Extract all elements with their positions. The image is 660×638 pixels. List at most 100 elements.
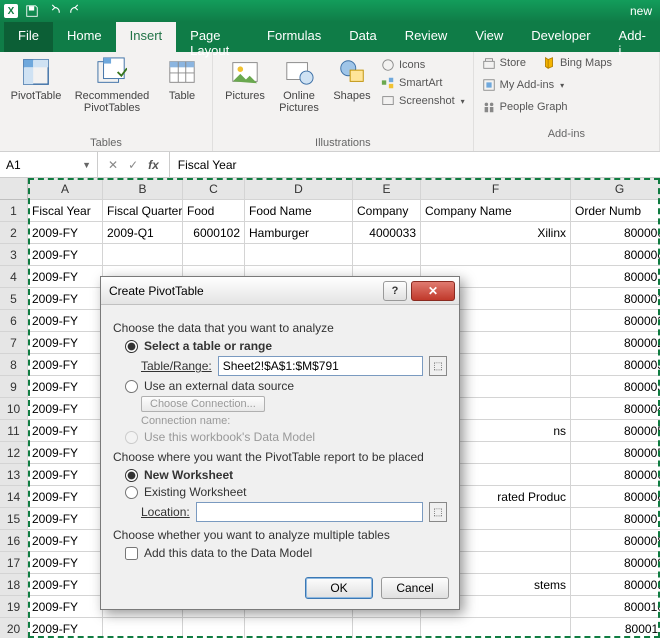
cell[interactable]: 2009-FY [28, 266, 103, 288]
enter-formula-icon[interactable]: ✓ [128, 158, 138, 172]
cell[interactable]: 2009-FY [28, 244, 103, 266]
shapes-button[interactable]: Shapes [329, 56, 375, 102]
help-button[interactable]: ? [383, 281, 407, 301]
range-picker-icon[interactable]: ⬚ [429, 356, 447, 376]
radio-existing-worksheet[interactable] [125, 486, 138, 499]
cell[interactable]: 2009-FY [28, 596, 103, 618]
cancel-formula-icon[interactable]: ✕ [108, 158, 118, 172]
row-header[interactable]: 8 [0, 354, 28, 376]
location-picker-icon[interactable]: ⬚ [429, 502, 447, 522]
cell[interactable]: 800006 [571, 464, 660, 486]
cell[interactable]: 800003 [571, 354, 660, 376]
row-header[interactable]: 20 [0, 618, 28, 638]
cell[interactable] [353, 244, 421, 266]
close-button[interactable]: ✕ [411, 281, 455, 301]
radio-select-range[interactable] [125, 340, 138, 353]
row-header[interactable]: 10 [0, 398, 28, 420]
row-header[interactable]: 18 [0, 574, 28, 596]
cell[interactable]: 2009-FY [28, 618, 103, 638]
cell[interactable]: Hamburger [245, 222, 353, 244]
row-header[interactable]: 2 [0, 222, 28, 244]
cell[interactable] [103, 244, 183, 266]
people-graph-button[interactable]: People Graph [482, 100, 568, 114]
cell[interactable]: Food Name [245, 200, 353, 222]
cell[interactable]: 800004 [571, 398, 660, 420]
recommended-pivottables-button[interactable]: Recommended PivotTables [70, 56, 154, 114]
cell[interactable]: 800007 [571, 508, 660, 530]
pictures-button[interactable]: Pictures [221, 56, 269, 102]
tab-file[interactable]: File [4, 22, 53, 52]
option-add-data-model[interactable]: Add this data to the Data Model [125, 546, 447, 560]
cell[interactable] [183, 244, 245, 266]
cell[interactable]: 6000102 [183, 222, 245, 244]
row-header[interactable]: 5 [0, 288, 28, 310]
tab-page-layout[interactable]: Page Layout [176, 22, 253, 52]
column-header[interactable]: C [183, 178, 245, 200]
cell[interactable]: 800011 [571, 618, 660, 638]
cell[interactable] [103, 618, 183, 638]
cell[interactable]: 2009-FY [28, 354, 103, 376]
cell[interactable]: 4000033 [353, 222, 421, 244]
cell[interactable] [421, 244, 571, 266]
redo-icon[interactable] [68, 3, 84, 19]
radio-new-worksheet[interactable] [125, 469, 138, 482]
cell[interactable]: 800000 [571, 244, 660, 266]
cell[interactable] [245, 618, 353, 638]
column-header[interactable]: G [571, 178, 660, 200]
row-header[interactable]: 3 [0, 244, 28, 266]
cell[interactable]: Company [353, 200, 421, 222]
option-existing-worksheet[interactable]: Existing Worksheet [125, 485, 447, 499]
icons-button[interactable]: Icons [381, 58, 465, 72]
store-button[interactable]: Store [482, 56, 526, 70]
cell[interactable]: 2009-FY [28, 442, 103, 464]
column-header[interactable]: B [103, 178, 183, 200]
checkbox-add-data-model[interactable] [125, 547, 138, 560]
undo-icon[interactable] [46, 3, 62, 19]
row-header[interactable]: 11 [0, 420, 28, 442]
name-box[interactable]: A1▼ [0, 152, 98, 177]
row-header[interactable]: 7 [0, 332, 28, 354]
cell[interactable]: 2009-FY [28, 552, 103, 574]
cell[interactable]: 2009-FY [28, 222, 103, 244]
tab-data[interactable]: Data [335, 22, 390, 52]
tab-developer[interactable]: Developer [517, 22, 604, 52]
row-header[interactable]: 9 [0, 376, 28, 398]
cell[interactable]: Fiscal Year [28, 200, 103, 222]
cell[interactable]: 800002 [571, 332, 660, 354]
save-icon[interactable] [24, 3, 40, 19]
cell[interactable]: Company Name [421, 200, 571, 222]
cell[interactable]: 800008 [571, 552, 660, 574]
cell[interactable]: 2009-FY [28, 508, 103, 530]
radio-external-source[interactable] [125, 380, 138, 393]
cell[interactable] [421, 618, 571, 638]
bing-maps-button[interactable]: Bing Maps [542, 56, 612, 70]
row-header[interactable]: 1 [0, 200, 28, 222]
option-external-source[interactable]: Use an external data source [125, 379, 447, 393]
select-all-corner[interactable] [0, 178, 28, 200]
row-header[interactable]: 6 [0, 310, 28, 332]
row-header[interactable]: 12 [0, 442, 28, 464]
option-select-range[interactable]: Select a table or range [125, 339, 447, 353]
my-addins-button[interactable]: My Add-ins▾ [482, 78, 564, 92]
cell[interactable]: 800005 [571, 442, 660, 464]
location-input[interactable] [196, 502, 423, 522]
cell[interactable]: 800010 [571, 596, 660, 618]
cell[interactable]: 2009-Q1 [103, 222, 183, 244]
tab-home[interactable]: Home [53, 22, 116, 52]
row-header[interactable]: 19 [0, 596, 28, 618]
tab-addins[interactable]: Add-i [605, 22, 660, 52]
cell[interactable]: Order Numb [571, 200, 660, 222]
tab-review[interactable]: Review [391, 22, 462, 52]
table-button[interactable]: Table [160, 56, 204, 102]
row-header[interactable]: 15 [0, 508, 28, 530]
option-new-worksheet[interactable]: New Worksheet [125, 468, 447, 482]
cell[interactable]: 800003 [571, 376, 660, 398]
row-header[interactable]: 17 [0, 552, 28, 574]
cell[interactable]: 2009-FY [28, 310, 103, 332]
ok-button[interactable]: OK [305, 577, 373, 599]
cell[interactable]: 2009-FY [28, 574, 103, 596]
cell[interactable]: 800000 [571, 222, 660, 244]
cell[interactable]: 2009-FY [28, 398, 103, 420]
cell[interactable]: 800009 [571, 574, 660, 596]
column-header[interactable]: E [353, 178, 421, 200]
